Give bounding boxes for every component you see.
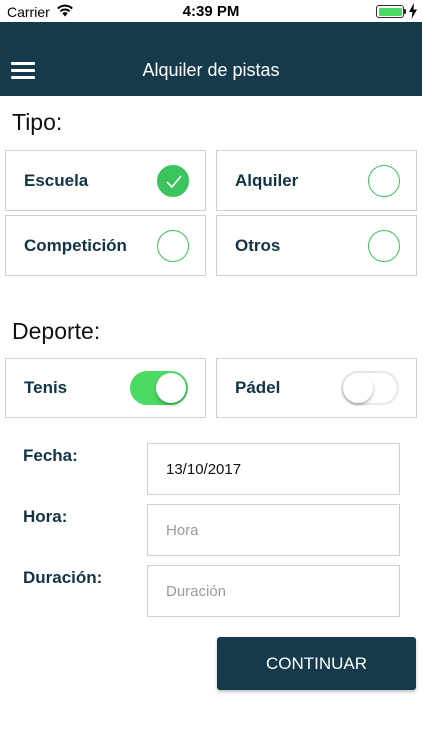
toggle-knob [343,373,373,403]
radio-circle-icon[interactable] [157,229,189,262]
tipo-option-alquiler[interactable]: Alquiler [216,150,417,211]
radio-circle-icon[interactable] [368,164,400,197]
toggle-knob [156,373,186,403]
radio-circle-icon[interactable] [368,229,400,262]
deporte-option-padel[interactable]: Pádel [216,358,417,418]
tenis-toggle[interactable] [130,371,188,405]
tipo-option-competicion[interactable]: Competición [5,215,206,276]
fecha-label: Fecha: [23,446,78,465]
padel-toggle[interactable] [341,371,399,405]
status-bar: Carrier 4:39 PM [0,0,422,22]
duracion-field[interactable] [147,565,400,617]
page-title: Alquiler de pistas [142,60,280,80]
deporte-option-tenis[interactable]: Tenis [5,358,206,418]
deporte-option-label: Pádel [235,378,281,397]
battery-icon [376,5,404,18]
tipo-option-label: Otros [235,235,281,255]
tipo-option-label: Competición [24,235,127,255]
deporte-title: Deporte: [12,318,101,344]
bolt-icon [409,3,417,19]
tipo-option-otros[interactable]: Otros [216,215,417,276]
checkmark-icon[interactable] [157,164,189,197]
tipo-option-label: Alquiler [235,170,299,190]
navigation-bar: Alquiler de pistas [0,22,422,96]
tipo-option-escuela[interactable]: Escuela [5,150,206,211]
clock-time: 4:39 PM [182,3,240,20]
battery-tip [404,9,406,14]
tipo-option-label: Escuela [24,170,89,190]
hora-label: Hora: [23,507,68,526]
duracion-label: Duración: [23,568,103,587]
continue-button[interactable]: CONTINUAR [217,637,416,690]
deporte-option-label: Tenis [24,378,68,397]
tipo-title: Tipo: [12,109,63,135]
hora-field[interactable] [147,504,400,556]
fecha-field[interactable] [147,443,400,495]
